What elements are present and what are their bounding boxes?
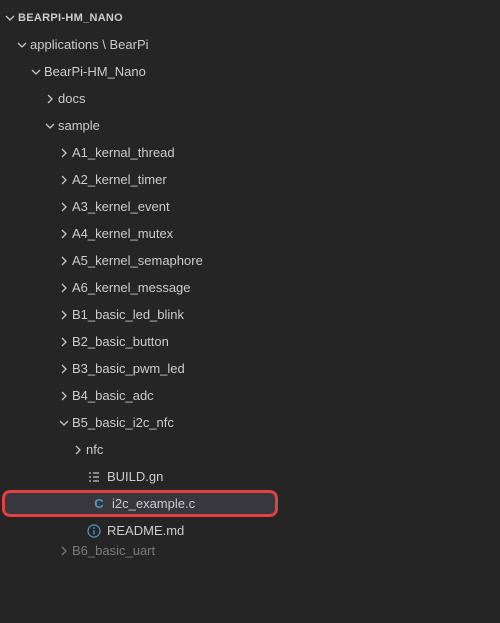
folder-label: sample	[58, 115, 100, 137]
c-file-icon: C	[91, 496, 107, 512]
folder-label: BearPi-HM_Nano	[44, 61, 146, 83]
chevron-right-icon	[56, 199, 72, 215]
chevron-right-icon	[56, 280, 72, 296]
folder-b3-basic-pwm-led[interactable]: B3_basic_pwm_led	[0, 355, 500, 382]
chevron-down-icon	[28, 64, 44, 80]
chevron-right-icon	[56, 334, 72, 350]
folder-docs[interactable]: docs	[0, 85, 500, 112]
folder-label: A4_kernel_mutex	[72, 223, 173, 245]
folder-nfc[interactable]: nfc	[0, 436, 500, 463]
explorer-root-header[interactable]: BEARPI-HM_NANO	[0, 4, 500, 31]
folder-b6-basic-uart[interactable]: B6_basic_uart	[0, 544, 500, 558]
folder-label: B4_basic_adc	[72, 385, 154, 407]
chevron-right-icon	[56, 253, 72, 269]
twisty-spacer	[70, 523, 86, 539]
folder-label: applications \ BearPi	[30, 34, 149, 56]
file-build-gn[interactable]: BUILD.gn	[0, 463, 500, 490]
folder-a3-kernel-event[interactable]: A3_kernel_event	[0, 193, 500, 220]
chevron-right-icon	[56, 361, 72, 377]
folder-a2-kernel-timer[interactable]: A2_kernel_timer	[0, 166, 500, 193]
twisty-spacer	[75, 496, 91, 512]
chevron-right-icon	[42, 91, 58, 107]
file-label: README.md	[107, 520, 184, 542]
chevron-right-icon	[56, 388, 72, 404]
file-label: i2c_example.c	[112, 493, 195, 515]
folder-a1-kernal-thread[interactable]: A1_kernal_thread	[0, 139, 500, 166]
folder-sample[interactable]: sample	[0, 112, 500, 139]
folder-label: A5_kernel_semaphore	[72, 250, 203, 272]
chevron-down-icon	[56, 415, 72, 431]
folder-label: docs	[58, 88, 85, 110]
file-explorer: BEARPI-HM_NANO applications \ BearPi Bea…	[0, 0, 500, 558]
chevron-right-icon	[56, 172, 72, 188]
chevron-down-icon	[14, 37, 30, 53]
folder-label: B6_basic_uart	[72, 544, 155, 558]
folder-b4-basic-adc[interactable]: B4_basic_adc	[0, 382, 500, 409]
folder-label: A2_kernel_timer	[72, 169, 167, 191]
folder-label: B5_basic_i2c_nfc	[72, 412, 174, 434]
chevron-down-icon	[2, 10, 18, 26]
twisty-spacer	[70, 469, 86, 485]
folder-b2-basic-button[interactable]: B2_basic_button	[0, 328, 500, 355]
c-letter: C	[94, 496, 103, 511]
folder-label: B2_basic_button	[72, 331, 169, 353]
chevron-right-icon	[56, 226, 72, 242]
folder-label: A1_kernal_thread	[72, 142, 175, 164]
folder-label: A3_kernel_event	[72, 196, 170, 218]
list-icon	[86, 469, 102, 485]
folder-label: B3_basic_pwm_led	[72, 358, 185, 380]
folder-a4-kernel-mutex[interactable]: A4_kernel_mutex	[0, 220, 500, 247]
file-i2c-example-c[interactable]: C i2c_example.c	[2, 490, 278, 517]
folder-a6-kernel-message[interactable]: A6_kernel_message	[0, 274, 500, 301]
folder-label: nfc	[86, 439, 103, 461]
folder-applications-bearpi[interactable]: applications \ BearPi	[0, 31, 500, 58]
file-label: BUILD.gn	[107, 466, 163, 488]
folder-b1-basic-led-blink[interactable]: B1_basic_led_blink	[0, 301, 500, 328]
folder-label: A6_kernel_message	[72, 277, 191, 299]
file-readme-md[interactable]: README.md	[0, 517, 500, 544]
root-label: BEARPI-HM_NANO	[18, 7, 123, 29]
folder-b5-basic-i2c-nfc[interactable]: B5_basic_i2c_nfc	[0, 409, 500, 436]
chevron-right-icon	[56, 544, 72, 558]
folder-bearpi-hm-nano[interactable]: BearPi-HM_Nano	[0, 58, 500, 85]
chevron-right-icon	[56, 307, 72, 323]
info-icon	[86, 523, 102, 539]
chevron-right-icon	[70, 442, 86, 458]
chevron-down-icon	[42, 118, 58, 134]
folder-label: B1_basic_led_blink	[72, 304, 184, 326]
chevron-right-icon	[56, 145, 72, 161]
folder-a5-kernel-semaphore[interactable]: A5_kernel_semaphore	[0, 247, 500, 274]
